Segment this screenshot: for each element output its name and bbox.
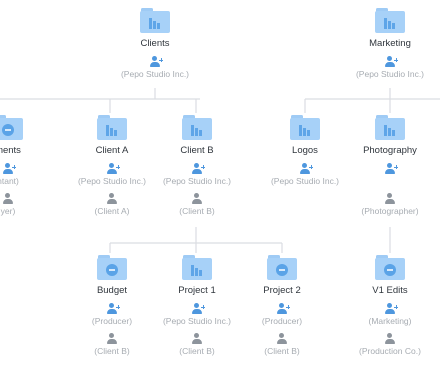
owner-role: ntant) bbox=[0, 176, 19, 186]
add-person-icon[interactable] bbox=[1, 163, 16, 174]
node-label: ments bbox=[0, 145, 21, 156]
person-icon bbox=[190, 193, 204, 204]
node-label: Project 1 bbox=[178, 285, 216, 296]
add-person-icon[interactable] bbox=[105, 163, 120, 174]
node-marketing[interactable]: Marketing (Pepo Studio Inc.) bbox=[345, 8, 435, 80]
connector-client-b-children bbox=[109, 227, 283, 253]
member-role: (Photographer) bbox=[361, 206, 419, 216]
owner-role: (Pepo Studio Inc.) bbox=[120, 69, 190, 79]
owner-role: (Pepo Studio Inc.) bbox=[162, 316, 232, 326]
owner-role: (Pepo Studio Inc.) bbox=[355, 69, 425, 79]
person-icon bbox=[190, 333, 204, 344]
node-project-1[interactable]: Project 1 (Pepo Studio Inc.) (Client B) bbox=[152, 255, 242, 357]
folder-icon[interactable] bbox=[375, 8, 405, 34]
folder-icon[interactable] bbox=[140, 8, 170, 34]
folder-icon[interactable] bbox=[97, 115, 127, 141]
add-person-icon[interactable] bbox=[275, 303, 290, 314]
owner-role bbox=[345, 176, 435, 187]
add-person-icon[interactable] bbox=[298, 163, 313, 174]
member-role: (Client A) bbox=[94, 206, 130, 216]
node-agreements[interactable]: ments ntant) yer) bbox=[0, 115, 53, 217]
add-person-icon[interactable] bbox=[190, 163, 205, 174]
owner-role: (Producer) bbox=[91, 316, 133, 326]
node-logos[interactable]: Logos (Pepo Studio Inc.) bbox=[260, 115, 350, 187]
folder-icon[interactable] bbox=[182, 115, 212, 141]
owner-role: (Pepo Studio Inc.) bbox=[77, 176, 147, 186]
node-label: Client B bbox=[180, 145, 214, 156]
folder-icon[interactable] bbox=[375, 115, 405, 141]
owner-role: (Pepo Studio Inc.) bbox=[162, 176, 232, 186]
node-label: Budget bbox=[96, 285, 128, 296]
node-label: V1 Edits bbox=[372, 285, 408, 296]
folder-icon[interactable] bbox=[182, 255, 212, 281]
person-icon bbox=[275, 333, 289, 344]
node-label: Client A bbox=[95, 145, 129, 156]
add-person-icon[interactable] bbox=[148, 56, 163, 67]
add-person-icon[interactable] bbox=[383, 56, 398, 67]
member-role: (Client B) bbox=[264, 346, 300, 356]
owner-role: (Producer) bbox=[261, 316, 303, 326]
member-role: (Production Co.) bbox=[359, 346, 421, 356]
owner-role: (Pepo Studio Inc.) bbox=[270, 176, 340, 186]
folder-icon[interactable] bbox=[290, 115, 320, 141]
node-client-a[interactable]: Client A (Pepo Studio Inc.) (Client A) bbox=[67, 115, 157, 217]
node-label: Photography bbox=[363, 145, 417, 156]
node-label: Project 2 bbox=[263, 285, 301, 296]
add-person-icon[interactable] bbox=[383, 303, 398, 314]
node-v1-edits[interactable]: V1 Edits (Marketing) (Production Co.) bbox=[345, 255, 435, 357]
person-icon bbox=[105, 193, 119, 204]
member-role: (Client B) bbox=[94, 346, 130, 356]
person-icon bbox=[1, 193, 15, 204]
folder-restricted-icon[interactable] bbox=[0, 115, 23, 141]
person-icon bbox=[383, 333, 397, 344]
org-tree-canvas: Clients (Pepo Studio Inc.) Marketing (Pepo … bbox=[0, 0, 440, 370]
folder-restricted-icon[interactable] bbox=[375, 255, 405, 281]
add-person-icon[interactable] bbox=[190, 303, 205, 314]
folder-restricted-icon[interactable] bbox=[97, 255, 127, 281]
node-project-2[interactable]: Project 2 (Producer) (Client B) bbox=[237, 255, 327, 357]
person-icon bbox=[105, 333, 119, 344]
connector-marketing-children bbox=[304, 88, 440, 113]
node-photography[interactable]: Photography (Photographer) bbox=[345, 115, 435, 217]
node-label: Clients bbox=[140, 38, 170, 49]
add-person-icon[interactable] bbox=[383, 163, 398, 174]
node-clients[interactable]: Clients (Pepo Studio Inc.) bbox=[110, 8, 200, 80]
member-role: (Client B) bbox=[179, 346, 215, 356]
node-budget[interactable]: Budget (Producer) (Client B) bbox=[67, 255, 157, 357]
node-label: Marketing bbox=[369, 38, 411, 49]
node-client-b[interactable]: Client B (Pepo Studio Inc.) (Client B) bbox=[152, 115, 242, 217]
person-icon bbox=[383, 193, 397, 204]
folder-restricted-icon[interactable] bbox=[267, 255, 297, 281]
add-person-icon[interactable] bbox=[105, 303, 120, 314]
member-role: yer) bbox=[0, 206, 16, 216]
owner-role: (Marketing) bbox=[368, 316, 412, 326]
node-label: Logos bbox=[292, 145, 318, 156]
connector-clients-children bbox=[0, 88, 200, 113]
member-role: (Client B) bbox=[179, 206, 215, 216]
